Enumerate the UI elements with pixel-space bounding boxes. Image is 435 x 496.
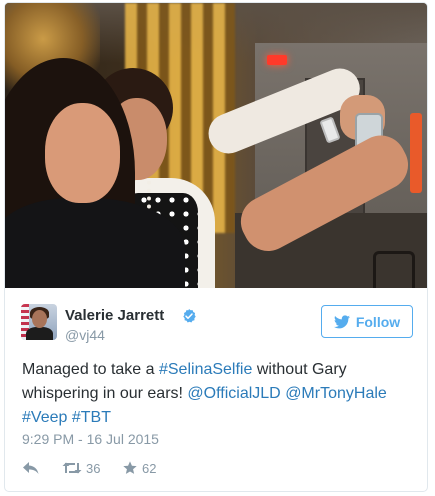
follow-button-label: Follow: [355, 313, 401, 330]
photo-chair: [373, 251, 415, 288]
star-icon: [123, 461, 137, 474]
favorite-button[interactable]: 62: [122, 460, 182, 476]
avatar-head: [32, 310, 47, 328]
author-name[interactable]: Valerie Jarrett: [65, 307, 164, 324]
hashtag-link[interactable]: #SelinaSelfie: [159, 361, 252, 378]
tweet-actions: 36 62: [22, 459, 182, 477]
avatar[interactable]: [21, 304, 57, 340]
embedded-tweet-card: Valerie Jarrett @vj44 Follow Managed to …: [4, 2, 428, 492]
follow-button[interactable]: Follow: [321, 305, 413, 338]
retweet-count: 36: [86, 460, 101, 476]
tweet-photo[interactable]: [5, 3, 427, 288]
reply-icon: [23, 462, 39, 474]
mention-link[interactable]: @MrTonyHale: [285, 385, 387, 402]
photo-selfie-phone: [410, 113, 422, 193]
photo-woman-left-face: [45, 103, 120, 203]
retweet-icon: [62, 462, 82, 474]
tweet-text: Managed to take a #SelinaSelfie without …: [22, 358, 417, 430]
hashtag-link[interactable]: #Veep: [22, 409, 67, 426]
photo-exit-sign: [267, 55, 287, 65]
mention-link[interactable]: @OfficialJLD: [187, 385, 280, 402]
tweet-text-part: Managed to take a: [22, 361, 159, 378]
tweet-timestamp[interactable]: 9:29 PM - 16 Jul 2015: [22, 431, 159, 447]
retweet-button[interactable]: 36: [62, 461, 122, 476]
avatar-body: [26, 327, 53, 340]
favorite-count: 62: [142, 460, 157, 476]
hashtag-link[interactable]: #TBT: [72, 409, 111, 426]
reply-button[interactable]: [22, 461, 62, 475]
author-handle[interactable]: @vj44: [65, 327, 105, 343]
verified-badge-icon: [183, 309, 196, 323]
twitter-bird-icon: [333, 314, 350, 328]
